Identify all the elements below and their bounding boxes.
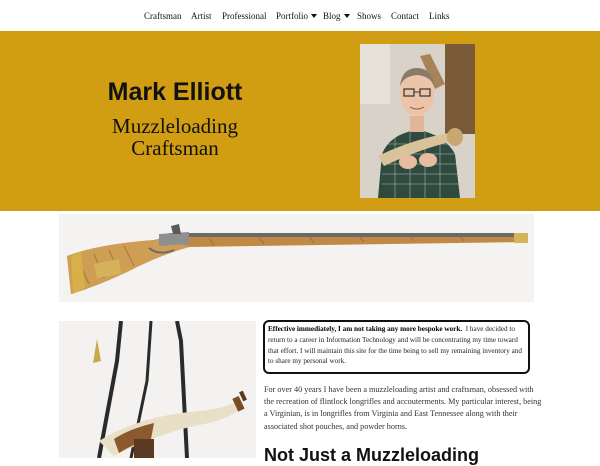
blog-dropdown-caret-icon[interactable]	[344, 14, 350, 18]
craftsman-portrait-photo	[360, 44, 475, 198]
nav-item-blog[interactable]: Blog	[323, 11, 341, 21]
announcement-headline: Effective immediately, I am not taking a…	[268, 325, 463, 333]
flintlock-longrifle-photo	[59, 214, 534, 302]
portrait-illustration	[360, 44, 475, 198]
nav-item-professional[interactable]: Professional	[222, 11, 267, 21]
nav-item-craftsman[interactable]: Craftsman	[144, 11, 182, 21]
site-tagline: Muzzleloading Craftsman	[112, 114, 238, 160]
announcement-box: Effective immediately, I am not taking a…	[263, 320, 530, 374]
top-navigation: Craftsman Artist Professional Portfolio …	[0, 0, 600, 31]
nav-item-contact[interactable]: Contact	[391, 11, 419, 21]
longrifle-illustration	[59, 214, 534, 302]
nav-item-artist[interactable]: Artist	[191, 11, 212, 21]
nav-item-portfolio[interactable]: Portfolio	[276, 11, 308, 21]
section-heading: Not Just a Muzzleloading	[264, 445, 480, 465]
powder-horn-illustration	[59, 321, 256, 458]
powder-horn-photo	[59, 321, 256, 458]
nav-item-shows[interactable]: Shows	[357, 11, 381, 21]
site-owner-name: Mark Elliott	[107, 78, 243, 106]
nav-item-links[interactable]: Links	[429, 11, 450, 21]
portfolio-dropdown-caret-icon[interactable]	[311, 14, 317, 18]
hero-banner: Mark Elliott Muzzleloading Craftsman	[0, 31, 600, 211]
intro-paragraph: For over 40 years I have been a muzzlelo…	[264, 385, 542, 431]
